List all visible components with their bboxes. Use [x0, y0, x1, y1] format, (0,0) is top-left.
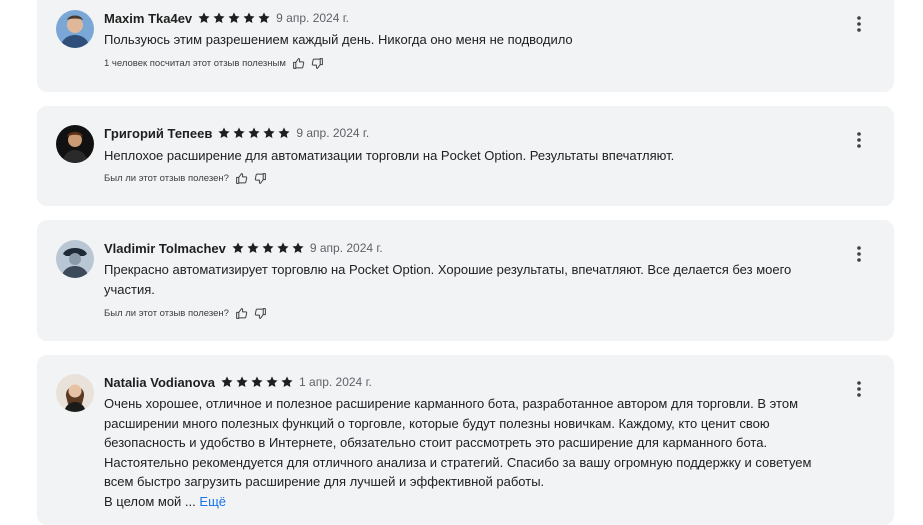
- review-header: Vladimir Tolmachev 9 апр. 2024 г.: [104, 239, 383, 257]
- review-text-body: Очень хорошее, отличное и полезное расши…: [104, 396, 812, 489]
- star-icon: [197, 11, 211, 25]
- star-icon: [242, 11, 256, 25]
- helpful-section: 1 человек посчитал этот отзыв полезным: [104, 57, 324, 70]
- star-icon: [277, 126, 291, 140]
- rating-stars: [217, 126, 291, 140]
- review-header: Maxim Tka4ev 9 апр. 2024 г.: [104, 9, 349, 27]
- rating-stars: [220, 375, 294, 389]
- helpful-label: 1 человек посчитал этот отзыв полезным: [104, 58, 286, 69]
- thumb-up-icon: [235, 307, 248, 320]
- star-icon: [265, 375, 279, 389]
- review-text: Пользуюсь этим разрешением каждый день. …: [104, 32, 573, 47]
- avatar: [56, 125, 94, 163]
- thumb-down-button[interactable]: [311, 57, 324, 70]
- thumb-down-button[interactable]: [254, 172, 267, 185]
- review-text-tail: В целом мой ...: [104, 493, 196, 509]
- author-name: Григорий Тепеев: [104, 125, 213, 141]
- star-icon: [261, 241, 275, 255]
- show-more-link[interactable]: Ещё: [199, 494, 226, 509]
- review-date: 9 апр. 2024 г.: [309, 241, 383, 255]
- helpful-section: Был ли этот отзыв полезен?: [104, 172, 267, 185]
- helpful-section: Был ли этот отзыв полезен?: [104, 307, 267, 320]
- review-date: 9 апр. 2024 г.: [296, 126, 370, 140]
- star-icon: [262, 126, 276, 140]
- helpful-label: Был ли этот отзыв полезен?: [104, 173, 229, 184]
- star-icon: [291, 241, 305, 255]
- rating-stars: [197, 11, 271, 25]
- review-text: Прекрасно автоматизирует торговлю на Poc…: [104, 262, 792, 297]
- review-date: 1 апр. 2024 г.: [299, 375, 372, 389]
- avatar: [56, 374, 94, 412]
- star-icon: [235, 375, 249, 389]
- thumb-up-icon: [235, 172, 248, 185]
- rating-stars: [231, 241, 305, 255]
- avatar: [56, 10, 94, 48]
- star-icon: [280, 375, 294, 389]
- author-name: Maxim Tka4ev: [104, 10, 193, 26]
- review-card: Григорий Тепеев 9 апр. 2024 г. Неплохое …: [37, 106, 894, 206]
- star-icon: [220, 375, 234, 389]
- more-vert-icon: [853, 380, 865, 398]
- more-options-button[interactable]: [853, 15, 865, 33]
- star-icon: [217, 126, 231, 140]
- thumb-up-button[interactable]: [235, 172, 248, 185]
- star-icon: [247, 126, 261, 140]
- review-text: Очень хорошее, отличное и полезное расши…: [104, 394, 814, 511]
- review-card: Vladimir Tolmachev 9 апр. 2024 г. Прекра…: [37, 220, 894, 341]
- review-card: Maxim Tka4ev 9 апр. 2024 г. Пользуюсь эт…: [37, 0, 894, 92]
- star-icon: [246, 241, 260, 255]
- thumb-down-button[interactable]: [254, 307, 267, 320]
- star-icon: [250, 375, 264, 389]
- thumb-up-icon: [292, 57, 305, 70]
- star-icon: [212, 11, 226, 25]
- review-header: Григорий Тепеев 9 апр. 2024 г.: [104, 124, 369, 142]
- thumb-down-icon: [311, 57, 324, 70]
- helpful-label: Был ли этот отзыв полезен?: [104, 308, 229, 319]
- more-vert-icon: [853, 131, 865, 149]
- more-vert-icon: [853, 245, 865, 263]
- more-options-button[interactable]: [853, 131, 865, 149]
- review-date: 9 апр. 2024 г.: [276, 11, 349, 25]
- thumb-down-icon: [254, 172, 267, 185]
- star-icon: [232, 126, 246, 140]
- star-icon: [231, 241, 245, 255]
- more-options-button[interactable]: [853, 245, 865, 263]
- star-icon: [276, 241, 290, 255]
- review-text: Неплохое расширение для автоматизации то…: [104, 148, 675, 163]
- author-name: Vladimir Tolmachev: [104, 240, 226, 256]
- review-card: Natalia Vodianova 1 апр. 2024 г. Очень х…: [37, 355, 894, 525]
- avatar: [56, 240, 94, 278]
- author-name: Natalia Vodianova: [104, 374, 216, 390]
- thumb-down-icon: [254, 307, 267, 320]
- more-options-button[interactable]: [853, 380, 865, 398]
- star-icon: [257, 11, 271, 25]
- thumb-up-button[interactable]: [235, 307, 248, 320]
- more-vert-icon: [853, 15, 865, 33]
- review-header: Natalia Vodianova 1 апр. 2024 г.: [104, 373, 372, 391]
- star-icon: [227, 11, 241, 25]
- thumb-up-button[interactable]: [292, 57, 305, 70]
